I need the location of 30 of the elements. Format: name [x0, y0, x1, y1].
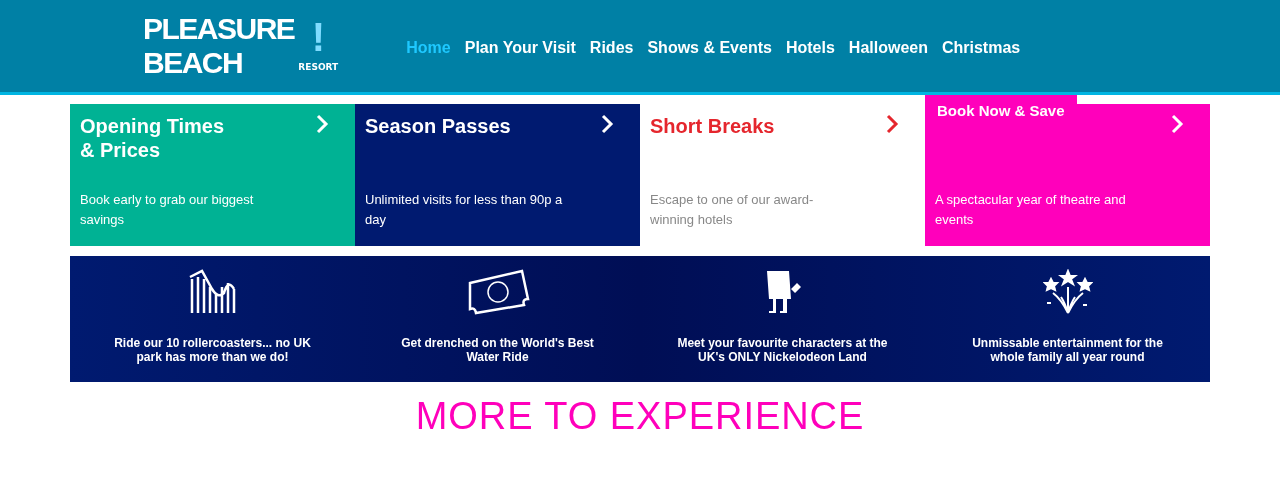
promo-card[interactable]: Opening Times & Prices Book early to grab our biggest savings — [70, 104, 355, 246]
nav-link[interactable]: Rides — [589, 36, 634, 60]
chevron-right-icon — [885, 114, 899, 134]
logo-exclamation: ! — [311, 17, 325, 58]
card-description: A spectacular year of theatre and events — [935, 191, 1127, 229]
rollercoaster-icon — [187, 269, 238, 315]
feature-text: Meet your favourite characters at the UK's ONLY Nickelodeon Land — [676, 336, 889, 364]
chevron-right-icon — [600, 114, 614, 134]
feature-text: Get drenched on the World's Best Water Ride — [400, 336, 595, 364]
card-description: Book early to grab our biggest savings — [80, 191, 255, 229]
card-title: Season Passes — [365, 114, 511, 138]
promo-card[interactable]: Season Passes Unlimited visits for less than 90p a day — [355, 104, 640, 246]
nav-link[interactable]: Plan Your Visit — [464, 36, 576, 60]
feature-text: Unmissable entertainment for the whole family all year round — [971, 336, 1164, 364]
feature-text: Ride our 10 rollercoasters... no UK park has more than we do! — [113, 336, 312, 364]
nav-link[interactable]: Home — [406, 36, 451, 60]
nav-link[interactable]: Halloween — [848, 36, 928, 60]
card-title: Short Breaks — [650, 114, 775, 138]
nav-link[interactable]: Christmas — [941, 36, 1021, 60]
nav-link[interactable]: Hotels — [785, 36, 835, 60]
nav-link[interactable]: Shows & Events — [647, 36, 772, 60]
card-description: Unlimited visits for less than 90p a day — [365, 191, 564, 229]
logo-text: BEACH — [143, 46, 244, 80]
fireworks-icon — [1042, 269, 1093, 315]
card-description: Escape to one of our award-winning hotels — [650, 191, 815, 229]
chevron-right-icon — [315, 114, 329, 134]
chevron-right-icon — [1170, 114, 1184, 134]
logo-text: PLEASURE — [143, 12, 295, 46]
section-heading: MORE TO EXPERIENCE — [415, 394, 865, 439]
card-title: Opening Times & Prices — [80, 114, 225, 162]
